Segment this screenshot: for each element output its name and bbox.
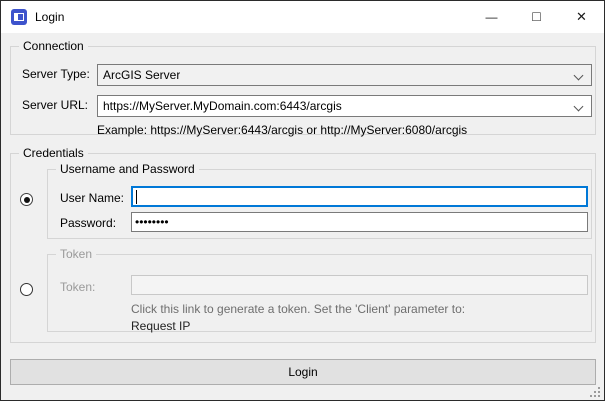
credentials-group-legend: Credentials [19,146,88,160]
username-password-group-legend: Username and Password [56,162,199,176]
connection-group-legend: Connection [19,39,88,53]
token-input[interactable] [131,275,588,295]
resize-grip-icon[interactable] [590,387,600,397]
minimize-icon[interactable]: — [469,1,514,33]
login-dialog: Login — □ ✕ Connection Server Type: ArcG… [0,0,605,401]
token-group: Token Token: Click this link to generate… [47,254,592,332]
credentials-group: Credentials Username and Password User N… [10,153,596,343]
titlebar: Login — □ ✕ [1,1,604,33]
server-url-label: Server URL: [22,98,88,112]
username-password-group: Username and Password User Name: Passwor… [47,169,592,239]
chevron-down-icon [574,102,584,112]
username-label: User Name: [60,191,124,205]
username-input[interactable] [131,186,588,207]
chevron-down-icon [574,71,584,81]
token-label: Token: [60,280,95,294]
text-caret [136,190,137,204]
password-input[interactable] [131,212,588,232]
token-group-legend: Token [56,247,96,261]
maximize-icon[interactable]: □ [514,1,559,33]
server-type-value: ArcGIS Server [103,68,180,82]
connection-group: Connection Server Type: ArcGIS Server Se… [10,46,596,135]
password-label: Password: [60,216,116,230]
server-url-value: https://MyServer.MyDomain.com:6443/arcgi… [103,99,342,113]
token-radio[interactable] [20,283,33,296]
server-type-combobox[interactable]: ArcGIS Server [97,64,592,86]
close-icon[interactable]: ✕ [559,1,604,33]
token-client-value: Request IP [131,319,190,333]
server-type-label: Server Type: [22,67,90,81]
app-window-icon [11,9,27,25]
window-title: Login [35,10,64,24]
login-button[interactable]: Login [10,359,596,385]
username-password-radio[interactable] [20,193,33,206]
server-url-combobox[interactable]: https://MyServer.MyDomain.com:6443/arcgi… [97,95,592,117]
server-url-example-text: Example: https://MyServer:6443/arcgis or… [97,123,467,137]
token-info-link[interactable]: Click this link to generate a token. Set… [131,302,465,316]
